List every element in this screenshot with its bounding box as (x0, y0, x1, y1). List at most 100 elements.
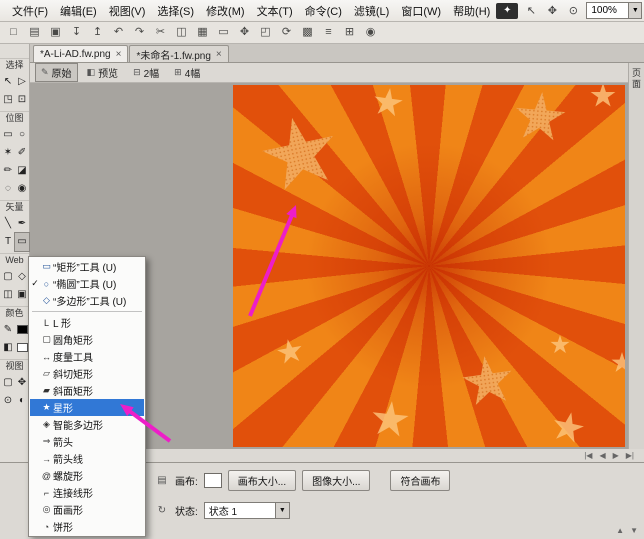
pointer-tool[interactable]: ↖ (1, 73, 15, 91)
chevron-down-icon[interactable]: ▼ (628, 3, 641, 18)
zoom-level-select[interactable]: 100% ▼ (586, 2, 642, 19)
brush-tool[interactable]: ✐ (15, 144, 29, 162)
menu-item-measure-tool[interactable]: ↔ 度量工具 (30, 348, 144, 365)
pencil-tool[interactable]: ✏ (1, 162, 15, 180)
menu-item-arrow-line[interactable]: → 箭头线 (30, 450, 144, 467)
previous-frame-icon[interactable]: ◀ (599, 449, 605, 462)
new-document-icon[interactable]: □ (4, 24, 23, 41)
panel-help-icon[interactable]: ▲ (616, 526, 624, 535)
image-size-button[interactable]: 图像大小... (302, 470, 370, 491)
stroke-color-icon[interactable]: ✎ (1, 321, 15, 339)
subselection-tool[interactable]: ▷ (15, 73, 29, 91)
menu-window[interactable]: 窗口(W) (395, 1, 447, 21)
scale-icon[interactable]: ◰ (256, 24, 275, 41)
text-tool[interactable]: T (1, 233, 15, 251)
slice-tool[interactable]: ◫ (1, 286, 15, 304)
menu-item-star[interactable]: ★ 星形 (30, 399, 144, 416)
hotspot-tool[interactable]: ▢ (1, 268, 15, 286)
preview-icon[interactable]: ◉ (361, 24, 380, 41)
polygon-hotspot-tool[interactable]: ◇ (15, 268, 29, 286)
pages-panel-collapsed[interactable]: 页面 (628, 63, 644, 449)
chevron-down-icon[interactable]: ▼ (275, 503, 289, 518)
hand-tool[interactable]: ✥ (15, 374, 29, 392)
fill-color-icon[interactable]: ◧ (1, 339, 15, 357)
view-4up-button[interactable]: ⊞ 4幅 (168, 63, 206, 82)
menu-item-arrow[interactable]: ⇒ 箭头 (30, 433, 144, 450)
view-2up-button[interactable]: ⊟ 2幅 (127, 63, 165, 82)
menu-commands[interactable]: 命令(C) (299, 1, 348, 21)
view-preview-button[interactable]: ◧ 预览 (81, 63, 125, 82)
menu-item-chamfer-rectangle[interactable]: ▱ 斜切矩形 (30, 365, 144, 382)
zoom-icon[interactable]: ⊙ (565, 3, 581, 19)
pointer-icon[interactable]: ↖ (523, 3, 539, 19)
crop-icon[interactable]: ▭ (214, 24, 233, 41)
rotate-icon[interactable]: ⟳ (277, 24, 296, 41)
import-icon[interactable]: ↧ (67, 24, 86, 41)
export-area-tool[interactable]: ◳ (1, 91, 15, 109)
magnify-tool[interactable]: ⊙ (1, 392, 15, 410)
copy-icon[interactable]: ◫ (172, 24, 191, 41)
paste-icon[interactable]: ▦ (193, 24, 212, 41)
menu-select[interactable]: 选择(S) (151, 1, 200, 21)
scale-tool[interactable]: ⊡ (15, 91, 29, 109)
canvas-size-button[interactable]: 画布大小... (228, 470, 296, 491)
menu-filters[interactable]: 滤镜(L) (348, 1, 395, 21)
close-icon[interactable]: × (116, 49, 122, 60)
menu-item-polygon-tool[interactable]: ◇ “多边形”工具 (U) (30, 292, 144, 309)
state-select[interactable]: 状态 1 ▼ (204, 502, 290, 519)
export-icon[interactable]: ↥ (88, 24, 107, 41)
view-original-button[interactable]: ✎ 原始 (35, 63, 78, 82)
menu-edit[interactable]: 编辑(E) (54, 1, 103, 21)
align-icon[interactable]: ≡ (319, 24, 338, 41)
first-frame-icon[interactable]: |◀ (584, 449, 592, 462)
menu-item-spiral[interactable]: @ 螺旋形 (30, 467, 144, 484)
group-icon[interactable]: ▩ (298, 24, 317, 41)
menu-item-rounded-rectangle[interactable]: ▢ 圆角矩形 (30, 331, 144, 348)
app-menu-button[interactable]: ✦ (496, 3, 518, 19)
save-icon[interactable]: ▣ (46, 24, 65, 41)
menu-help[interactable]: 帮助(H) (447, 1, 496, 21)
menu-modify[interactable]: 修改(M) (200, 1, 251, 21)
marquee-tool[interactable]: ▭ (1, 126, 15, 144)
panel-collapse-icon[interactable]: ▼ (630, 526, 638, 535)
hand-icon[interactable]: ✥ (544, 3, 560, 19)
line-tool[interactable]: ╲ (1, 215, 15, 233)
open-icon[interactable]: ▤ (25, 24, 44, 41)
next-frame-icon[interactable]: ▶ (613, 449, 619, 462)
rectangle-tool[interactable]: ▭ (15, 233, 29, 251)
redo-icon[interactable]: ↷ (130, 24, 149, 41)
undo-icon[interactable]: ↶ (109, 24, 128, 41)
free-transform-icon[interactable]: ✥ (235, 24, 254, 41)
canvas-sunburst-artwork[interactable] (233, 85, 625, 447)
menu-item-pie[interactable]: ◔ 饼形 (30, 518, 144, 535)
menu-item-ellipse-tool[interactable]: ✓ ○ “椭圆”工具 (U) (30, 275, 144, 292)
last-frame-icon[interactable]: ▶| (626, 449, 634, 462)
menu-view[interactable]: 视图(V) (103, 1, 152, 21)
pen-tool[interactable]: ✒ (15, 215, 29, 233)
menu-item-connector-line[interactable]: ⌐ 连接线形 (30, 484, 144, 501)
stroke-color-well[interactable] (15, 321, 29, 339)
cut-icon[interactable]: ✂ (151, 24, 170, 41)
eraser-tool[interactable]: ◪ (15, 162, 29, 180)
canvas-color-swatch[interactable] (204, 473, 222, 488)
menu-item-rectangle-tool[interactable]: ▭ “矩形”工具 (U) (30, 258, 144, 275)
tab-a-li-ad[interactable]: *A-Li-AD.fw.png × (33, 45, 128, 62)
menu-item-smart-polygon[interactable]: ◈ 智能多边形 (30, 416, 144, 433)
stamp-tool[interactable]: ◉ (15, 180, 29, 198)
menu-item-l-shape[interactable]: L L 形 (30, 314, 144, 331)
menu-file[interactable]: 文件(F) (6, 1, 54, 21)
magic-wand-tool[interactable]: ✶ (1, 144, 15, 162)
tab-untitled-1[interactable]: *未命名-1.fw.png × (129, 45, 228, 62)
menu-item-beveled-rectangle[interactable]: ▰ 斜面矩形 (30, 382, 144, 399)
menu-text[interactable]: 文本(T) (251, 1, 299, 21)
screen-mode-tool[interactable]: ▢ (1, 374, 15, 392)
lasso-tool[interactable]: ○ (15, 126, 29, 144)
full-screen-tool[interactable]: ◐ (15, 392, 29, 410)
close-icon[interactable]: × (216, 49, 222, 60)
fill-color-well[interactable] (15, 339, 29, 357)
fit-canvas-button[interactable]: 符合画布 (390, 470, 450, 491)
grid-icon[interactable]: ⊞ (340, 24, 359, 41)
hide-slice-tool[interactable]: ▣ (15, 286, 29, 304)
menu-item-doughnut[interactable]: ◎ 面画形 (30, 501, 144, 518)
blur-tool[interactable]: ◌ (1, 180, 15, 198)
